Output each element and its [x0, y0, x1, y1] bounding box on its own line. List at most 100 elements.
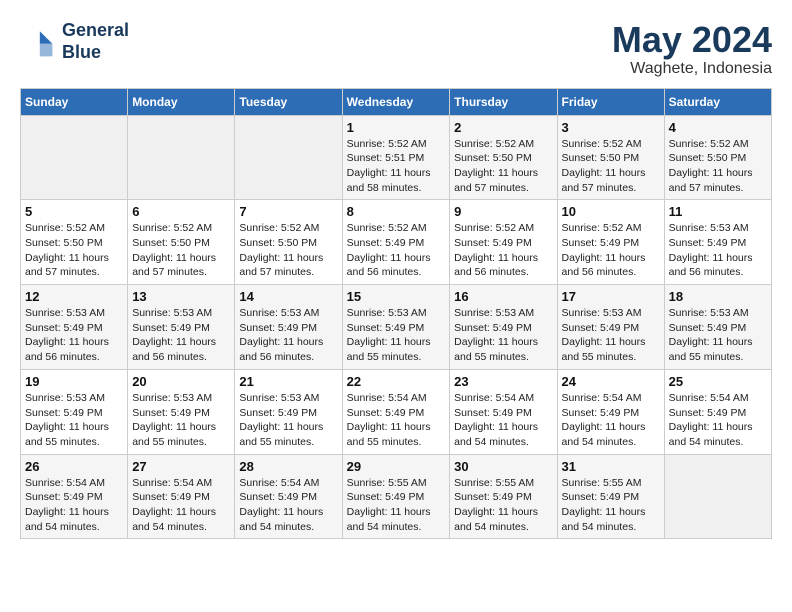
calendar-cell: 12Sunrise: 5:53 AMSunset: 5:49 PMDayligh…	[21, 285, 128, 370]
calendar-cell: 22 Sunrise: 5:54 AMSunset: 5:49 PMDayligh…	[342, 369, 450, 454]
day-number: 22	[347, 374, 446, 389]
day-info: Sunrise: 5:53 AMSunset: 5:49 PMDaylight:…	[25, 391, 123, 450]
day-number: 11	[669, 204, 767, 219]
day-number: 10	[562, 204, 660, 219]
month-title: May 2024	[612, 20, 772, 60]
day-number: 25	[669, 374, 767, 389]
calendar-cell: 2 Sunrise: 5:52 AMSunset: 5:50 PMDaylight…	[450, 115, 557, 200]
weekday-header-monday: Monday	[128, 88, 235, 115]
day-info: Sunrise: 5:53 AMSunset: 5:49 PMDaylight:…	[132, 306, 230, 365]
day-info: Sunrise: 5:55 AMSunset: 5:49 PMDaylight:…	[347, 476, 446, 535]
page-header: General Blue May 2024 Waghete, Indonesia	[20, 20, 772, 78]
day-info: Sunrise: 5:55 AMSunset: 5:49 PMDaylight:…	[454, 476, 552, 535]
calendar-cell: 11Sunrise: 5:53 AMSunset: 5:49 PMDayligh…	[664, 200, 771, 285]
day-number: 29	[347, 459, 446, 474]
day-number: 18	[669, 289, 767, 304]
calendar-cell: 17 Sunrise: 5:53 AMSunset: 5:49 PMDayligh…	[557, 285, 664, 370]
day-info: Sunrise: 5:52 AMSunset: 5:50 PMDaylight:…	[669, 137, 767, 196]
day-info: Sunrise: 5:53 AMSunset: 5:49 PMDaylight:…	[239, 391, 337, 450]
calendar-cell: 14Sunrise: 5:53 AMSunset: 5:49 PMDayligh…	[235, 285, 342, 370]
day-info: Sunrise: 5:55 AMSunset: 5:49 PMDaylight:…	[562, 476, 660, 535]
day-info: Sunrise: 5:54 AMSunset: 5:49 PMDaylight:…	[239, 476, 337, 535]
day-info: Sunrise: 5:52 AMSunset: 5:49 PMDaylight:…	[347, 221, 446, 280]
day-info: Sunrise: 5:54 AMSunset: 5:49 PMDaylight:…	[562, 391, 660, 450]
calendar-cell	[235, 115, 342, 200]
day-number: 4	[669, 120, 767, 135]
title-block: May 2024 Waghete, Indonesia	[612, 20, 772, 78]
day-number: 31	[562, 459, 660, 474]
day-number: 24	[562, 374, 660, 389]
weekday-header-friday: Friday	[557, 88, 664, 115]
day-number: 15	[347, 289, 446, 304]
calendar-cell: 28 Sunrise: 5:54 AMSunset: 5:49 PMDayligh…	[235, 454, 342, 539]
day-number: 12	[25, 289, 123, 304]
calendar-cell: 26 Sunrise: 5:54 AMSunset: 5:49 PMDayligh…	[21, 454, 128, 539]
calendar-cell: 8 Sunrise: 5:52 AMSunset: 5:49 PMDaylight…	[342, 200, 450, 285]
location-title: Waghete, Indonesia	[612, 60, 772, 78]
day-number: 2	[454, 120, 552, 135]
calendar-cell: 24 Sunrise: 5:54 AMSunset: 5:49 PMDayligh…	[557, 369, 664, 454]
calendar-cell: 4 Sunrise: 5:52 AMSunset: 5:50 PMDaylight…	[664, 115, 771, 200]
day-number: 27	[132, 459, 230, 474]
calendar-cell: 21 Sunrise: 5:53 AMSunset: 5:49 PMDayligh…	[235, 369, 342, 454]
calendar-cell: 10 Sunrise: 5:52 AMSunset: 5:49 PMDayligh…	[557, 200, 664, 285]
day-number: 30	[454, 459, 552, 474]
day-info: Sunrise: 5:52 AMSunset: 5:50 PMDaylight:…	[239, 221, 337, 280]
calendar-cell: 13Sunrise: 5:53 AMSunset: 5:49 PMDayligh…	[128, 285, 235, 370]
calendar-cell	[128, 115, 235, 200]
day-number: 21	[239, 374, 337, 389]
day-info: Sunrise: 5:52 AMSunset: 5:50 PMDaylight:…	[454, 137, 552, 196]
day-info: Sunrise: 5:54 AMSunset: 5:49 PMDaylight:…	[347, 391, 446, 450]
day-info: Sunrise: 5:54 AMSunset: 5:49 PMDaylight:…	[454, 391, 552, 450]
day-info: Sunrise: 5:54 AMSunset: 5:49 PMDaylight:…	[669, 391, 767, 450]
day-info: Sunrise: 5:53 AMSunset: 5:49 PMDaylight:…	[669, 306, 767, 365]
calendar-cell: 5 Sunrise: 5:52 AMSunset: 5:50 PMDaylight…	[21, 200, 128, 285]
calendar-cell: 20Sunrise: 5:53 AMSunset: 5:49 PMDayligh…	[128, 369, 235, 454]
weekday-header-thursday: Thursday	[450, 88, 557, 115]
day-info: Sunrise: 5:52 AMSunset: 5:50 PMDaylight:…	[562, 137, 660, 196]
day-number: 19	[25, 374, 123, 389]
logo-text: General Blue	[62, 20, 129, 63]
calendar-cell	[664, 454, 771, 539]
day-info: Sunrise: 5:53 AMSunset: 5:49 PMDaylight:…	[562, 306, 660, 365]
day-info: Sunrise: 5:52 AMSunset: 5:49 PMDaylight:…	[562, 221, 660, 280]
calendar-week-row: 1 Sunrise: 5:52 AMSunset: 5:51 PMDaylight…	[21, 115, 772, 200]
calendar-cell: 7 Sunrise: 5:52 AMSunset: 5:50 PMDaylight…	[235, 200, 342, 285]
calendar-cell: 6Sunrise: 5:52 AMSunset: 5:50 PMDaylight…	[128, 200, 235, 285]
day-info: Sunrise: 5:53 AMSunset: 5:49 PMDaylight:…	[347, 306, 446, 365]
day-info: Sunrise: 5:54 AMSunset: 5:49 PMDaylight:…	[25, 476, 123, 535]
day-number: 26	[25, 459, 123, 474]
weekday-header-wednesday: Wednesday	[342, 88, 450, 115]
day-number: 16	[454, 289, 552, 304]
weekday-header-sunday: Sunday	[21, 88, 128, 115]
weekday-header-row: SundayMondayTuesdayWednesdayThursdayFrid…	[21, 88, 772, 115]
logo: General Blue	[20, 20, 129, 63]
day-number: 6	[132, 204, 230, 219]
day-info: Sunrise: 5:54 AMSunset: 5:49 PMDaylight:…	[132, 476, 230, 535]
day-number: 28	[239, 459, 337, 474]
day-number: 17	[562, 289, 660, 304]
logo-icon	[20, 24, 56, 60]
calendar-cell	[21, 115, 128, 200]
calendar-week-row: 12 Sunrise: 5:53 AMSunset: 5:49 PMDayligh…	[21, 285, 772, 370]
calendar-cell: 30 Sunrise: 5:55 AMSunset: 5:49 PMDayligh…	[450, 454, 557, 539]
day-info: Sunrise: 5:52 AMSunset: 5:50 PMDaylight:…	[25, 221, 123, 280]
weekday-header-tuesday: Tuesday	[235, 88, 342, 115]
day-number: 8	[347, 204, 446, 219]
calendar-cell: 15 Sunrise: 5:53 AMSunset: 5:49 PMDayligh…	[342, 285, 450, 370]
day-number: 3	[562, 120, 660, 135]
day-number: 1	[347, 120, 446, 135]
day-info: Sunrise: 5:53 AMSunset: 5:49 PMDaylight:…	[454, 306, 552, 365]
calendar-cell: 29 Sunrise: 5:55 AMSunset: 5:49 PMDayligh…	[342, 454, 450, 539]
day-number: 7	[239, 204, 337, 219]
calendar-cell: 3 Sunrise: 5:52 AMSunset: 5:50 PMDaylight…	[557, 115, 664, 200]
day-info: Sunrise: 5:52 AMSunset: 5:51 PMDaylight:…	[347, 137, 446, 196]
calendar-table: SundayMondayTuesdayWednesdayThursdayFrid…	[20, 88, 772, 540]
calendar-week-row: 26 Sunrise: 5:54 AMSunset: 5:49 PMDayligh…	[21, 454, 772, 539]
day-number: 5	[25, 204, 123, 219]
weekday-header-saturday: Saturday	[664, 88, 771, 115]
calendar-cell: 1 Sunrise: 5:52 AMSunset: 5:51 PMDaylight…	[342, 115, 450, 200]
day-number: 14	[239, 289, 337, 304]
day-number: 23	[454, 374, 552, 389]
day-number: 20	[132, 374, 230, 389]
